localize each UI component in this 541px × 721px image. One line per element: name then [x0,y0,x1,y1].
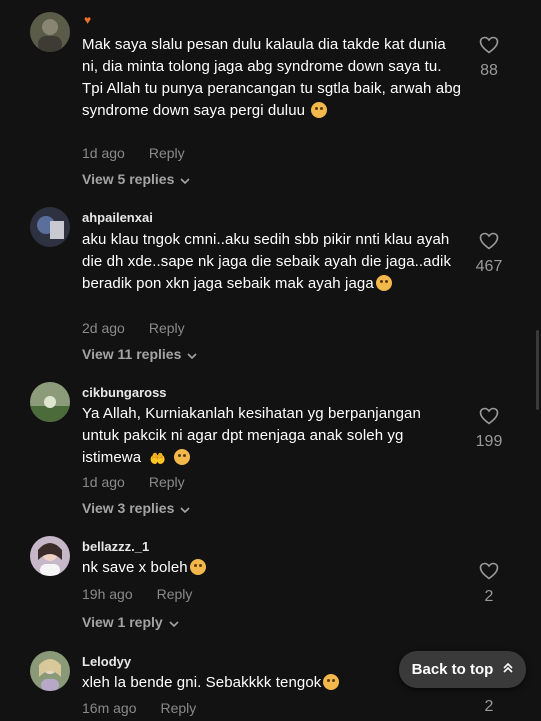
view-replies-button[interactable]: View 1 reply [82,614,179,631]
comment-meta: 16m ago Reply [82,700,196,716]
like-group: 88 [470,36,508,80]
like-count: 88 [480,62,498,79]
view-replies-button[interactable]: View 3 replies [82,500,190,517]
heart-icon[interactable] [470,562,508,585]
view-replies-button[interactable]: View 5 replies [82,171,190,188]
comment-time: 16m ago [82,700,137,716]
like-group: 199 [470,407,508,451]
heart-badge-icon: ♥ [84,13,92,27]
comment-meta: 19h ago Reply [82,586,192,602]
heart-icon[interactable] [470,407,508,430]
comment-text-body: aku klau tngok cmni..aku sedih sbb pikir… [82,231,452,292]
reply-button[interactable]: Reply [160,700,196,716]
like-count: 199 [475,433,503,450]
comment-time: 1d ago [82,474,125,490]
reply-button[interactable]: Reply [149,320,185,336]
avatar[interactable] [30,382,70,422]
back-to-top-button[interactable]: Back to top [399,651,526,688]
comment-text-body: Mak saya slalu pesan dulu kalaula dia ta… [82,36,462,119]
comment-text: aku klau tngok cmni..aku sedih sbb pikir… [82,229,462,295]
praying-hands-icon: 🤲 [149,451,166,466]
heart-icon[interactable] [470,36,508,59]
like-count: 2 [484,588,494,605]
comment-text: nk save x boleh [82,557,462,579]
username[interactable]: cikbungaross [82,385,167,400]
comment-text: Mak saya slalu pesan dulu kalaula dia ta… [82,34,462,122]
comment-meta: 2d ago Reply [82,320,185,336]
view-replies-label: View 11 replies [82,346,182,362]
like-count: 2 [484,698,494,715]
like-count: 467 [475,258,503,275]
like-group: 467 [470,232,508,276]
chevron-down-icon [180,172,190,188]
username[interactable]: Lelodyy [82,654,131,669]
reply-button[interactable]: Reply [149,145,185,161]
comment-text-body: Ya Allah, Kurniakanlah kesihatan yg berp… [82,405,421,466]
avatar[interactable] [30,651,70,691]
like-group: 2 [470,562,508,606]
chevron-down-icon [169,615,179,631]
pleading-face-icon [173,449,190,465]
double-chevron-up-icon [503,661,513,678]
crying-face-icon [189,559,206,575]
comment-text-body: nk save x boleh [82,559,188,576]
view-replies-label: View 5 replies [82,171,175,187]
reply-button[interactable]: Reply [149,474,185,490]
heart-icon[interactable] [470,232,508,255]
pensive-face-icon [311,102,328,118]
comment-text: Ya Allah, Kurniakanlah kesihatan yg berp… [82,403,462,470]
chevron-down-icon [187,347,197,363]
view-replies-button[interactable]: View 11 replies [82,346,197,363]
comment-meta: 1d ago Reply [82,145,185,161]
scrollbar[interactable] [536,330,539,410]
comment-time: 1d ago [82,145,125,161]
username[interactable]: ahpailenxai [82,210,153,225]
avatar[interactable] [30,12,70,52]
avatar[interactable] [30,536,70,576]
view-replies-label: View 3 replies [82,500,175,516]
comment-text-body: xleh la bende gni. Sebakkkk tengok [82,674,322,691]
chevron-down-icon [180,501,190,517]
pleading-face-icon [323,674,340,690]
view-replies-label: View 1 reply [82,614,163,630]
comment-meta: 1d ago Reply [82,474,185,490]
comment-time: 2d ago [82,320,125,336]
avatar[interactable] [30,207,70,247]
username[interactable]: bellazzz._1 [82,539,149,554]
comment-time: 19h ago [82,586,133,602]
back-to-top-label: Back to top [411,661,494,678]
reply-button[interactable]: Reply [157,586,193,602]
pleading-face-icon [375,275,392,291]
